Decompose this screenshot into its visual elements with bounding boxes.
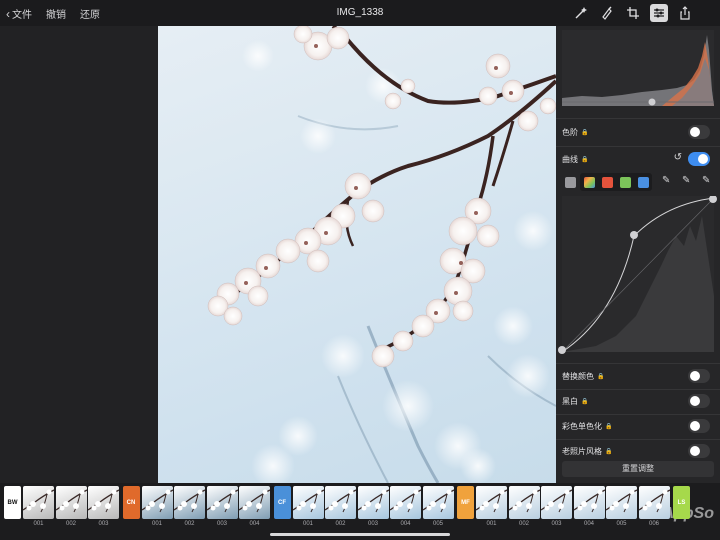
reset-curve-icon[interactable]: ↺ — [674, 152, 682, 163]
filter-number: 001 — [151, 521, 162, 527]
share-icon[interactable] — [676, 4, 694, 22]
vintage-toggle[interactable] — [688, 444, 710, 458]
filter-category-cf[interactable]: CF — [273, 486, 291, 519]
filter-number: 004 — [583, 521, 594, 527]
curves-toggle[interactable] — [688, 152, 710, 166]
replace-color-label: 替换颜色 — [562, 371, 594, 381]
lock-icon: 🔒 — [597, 373, 605, 380]
filter-number: 002 — [184, 521, 195, 527]
filter-category-ls[interactable]: LS — [673, 486, 690, 519]
filter-thumbnail[interactable] — [541, 486, 572, 519]
crop-icon[interactable] — [624, 4, 642, 22]
black-point-picker-icon[interactable]: ✎ — [662, 175, 670, 186]
filter-thumbnail[interactable] — [422, 486, 454, 519]
filter-thumbnail[interactable] — [606, 486, 637, 519]
vintage-row: 老照片风格 🔒 — [562, 440, 714, 462]
lock-icon: 🔒 — [581, 398, 589, 405]
filter-number: 005 — [432, 521, 443, 527]
filter-number: 001 — [486, 521, 497, 527]
filter-thumbnail[interactable] — [239, 486, 270, 519]
filter-number: 002 — [518, 521, 529, 527]
gray-point-picker-icon[interactable]: ✎ — [682, 175, 690, 186]
filter-thumbnail[interactable] — [638, 486, 670, 519]
lock-icon: 🔒 — [605, 423, 613, 430]
adjustments-panel: 色阶 🔒 曲线 🔒 ↺ ✎ ✎ ✎ 替换颜色 🔒 黑白 🔒 彩色单色化 🔒 老照… — [556, 26, 720, 483]
filter-category-mf[interactable]: MF — [457, 486, 474, 519]
replace-color-toggle[interactable] — [688, 369, 710, 383]
filter-number: 003 — [216, 521, 227, 527]
divider — [556, 363, 720, 364]
filter-thumbnail[interactable] — [206, 486, 238, 519]
replace-color-row: 替换颜色 🔒 — [562, 365, 714, 387]
filter-number: 004 — [400, 521, 411, 527]
filter-category-bw[interactable]: BW — [4, 486, 21, 519]
channel-rgb-swatch[interactable] — [584, 177, 595, 188]
adjust-sliders-icon[interactable] — [650, 4, 668, 22]
photo-canvas[interactable] — [158, 26, 556, 483]
color-mono-label: 彩色单色化 — [562, 421, 602, 431]
photo-image — [207, 26, 556, 483]
color-mono-row: 彩色单色化 🔒 — [562, 415, 714, 437]
filter-thumbnail[interactable] — [476, 486, 507, 519]
lock-icon: 🔒 — [581, 156, 589, 163]
filter-number: 005 — [616, 521, 627, 527]
filter-thumbnail[interactable] — [141, 486, 173, 519]
black-white-toggle[interactable] — [688, 394, 710, 408]
levels-row: 色阶 🔒 — [562, 121, 714, 143]
lock-icon: 🔒 — [581, 129, 589, 136]
filter-number: 002 — [65, 521, 76, 527]
top-toolbar: ‹ 文件 撤销 还原 IMG_1338 — [0, 0, 720, 26]
filter-number: 002 — [335, 521, 346, 527]
filter-thumbnail[interactable] — [573, 486, 605, 519]
filter-thumbnail[interactable] — [88, 486, 119, 519]
filter-filmstrip: AppSo BW001002003CN001002003004CF0010020… — [0, 483, 720, 540]
reset-adjustments-button[interactable]: 重置调整 — [562, 461, 714, 477]
black-white-label: 黑白 — [562, 396, 578, 406]
filter-number: 001 — [33, 521, 44, 527]
histogram — [562, 30, 714, 106]
filter-category-cn[interactable]: CN — [122, 486, 140, 519]
channel-blue-swatch[interactable] — [638, 177, 649, 188]
filter-thumbnail[interactable] — [325, 486, 356, 519]
black-white-row: 黑白 🔒 — [562, 390, 714, 412]
lock-icon: 🔒 — [605, 448, 613, 455]
filter-thumbnail[interactable] — [357, 486, 389, 519]
toolbar-right — [572, 4, 694, 22]
curve-channel-selector: ✎ ✎ ✎ — [562, 173, 714, 191]
levels-label: 色阶 — [562, 127, 578, 137]
filter-number: 006 — [648, 521, 659, 527]
filter-number: 003 — [551, 521, 562, 527]
levels-toggle[interactable] — [688, 125, 710, 139]
filter-thumbnail[interactable] — [174, 486, 205, 519]
brush-icon[interactable] — [598, 4, 616, 22]
curve-point-black[interactable] — [558, 346, 566, 354]
curve-point-mid[interactable] — [630, 231, 638, 239]
filter-thumbnail[interactable] — [55, 486, 87, 519]
filter-thumbnail[interactable] — [508, 486, 540, 519]
filter-number: 004 — [249, 521, 260, 527]
left-empty-area — [0, 26, 158, 483]
divider — [556, 146, 720, 147]
tone-curve-editor[interactable] — [556, 196, 720, 360]
channel-green-swatch[interactable] — [620, 177, 631, 188]
magic-wand-icon[interactable] — [572, 4, 590, 22]
divider — [556, 118, 720, 119]
home-indicator[interactable] — [270, 533, 450, 536]
filter-number: 003 — [367, 521, 378, 527]
curves-row: 曲线 🔒 ↺ — [562, 148, 714, 170]
filter-thumbnail[interactable] — [292, 486, 324, 519]
curves-label: 曲线 — [562, 154, 578, 164]
filter-thumbnail[interactable] — [390, 486, 421, 519]
filter-number: 003 — [98, 521, 109, 527]
filter-thumbnail[interactable] — [23, 486, 54, 519]
channel-luminance-swatch[interactable] — [565, 177, 576, 188]
vintage-label: 老照片风格 — [562, 446, 602, 456]
white-point-picker-icon[interactable]: ✎ — [702, 175, 710, 186]
channel-red-swatch[interactable] — [602, 177, 613, 188]
filter-number: 001 — [302, 521, 313, 527]
color-mono-toggle[interactable] — [688, 419, 710, 433]
